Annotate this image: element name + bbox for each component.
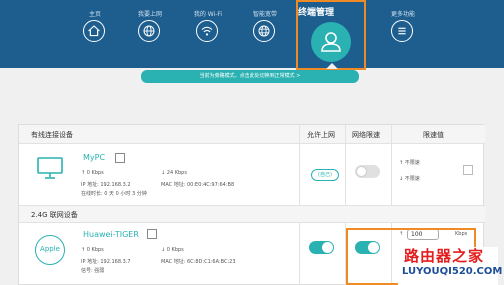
- nav-item-broadband[interactable]: 智能宽带: [240, 0, 290, 50]
- speed-limit-toggle[interactable]: [355, 165, 380, 178]
- nav-label: 更多功能: [390, 11, 415, 18]
- header-wired: 有线连接设备: [31, 131, 73, 139]
- download-rate: ↓ 0 Kbps: [161, 247, 184, 253]
- ip-address: IP 地址: 192.168.3.2: [81, 182, 131, 188]
- upload-limit: ↑ 不限速: [399, 160, 420, 166]
- allow-internet-toggle[interactable]: [309, 241, 334, 254]
- globe-grid-icon: [253, 20, 275, 42]
- header-allow-internet: 允许上网: [307, 131, 335, 139]
- toggle-knob: [356, 166, 367, 177]
- home-icon: [83, 20, 105, 42]
- section-title: 2.4G 联网设备: [31, 211, 78, 219]
- header-limit-value: 限速值: [423, 131, 444, 139]
- top-navigation: 主页 我要上网 我的 Wi-Fi 智能宽带 更多功能: [0, 0, 504, 68]
- nav-item-device-management[interactable]: 终端管理: [296, 0, 366, 70]
- edit-limit-icon[interactable]: [463, 165, 473, 175]
- section-2g-devices: 2.4G 联网设备: [19, 205, 485, 223]
- download-rate: ↓ 24 Kbps: [161, 170, 187, 176]
- mode-switch-banner[interactable]: 当前为旁路模式，点击此处切换到正常模式 >: [141, 70, 359, 83]
- nav-label: 智能宽带: [252, 11, 277, 18]
- nav-item-more[interactable]: 更多功能: [378, 0, 428, 50]
- apple-device-icon: Apple: [35, 235, 65, 265]
- nav-label: 我的 Wi-Fi: [193, 11, 223, 18]
- menu-icon: [391, 20, 413, 42]
- download-limit: ↓ 不限速: [399, 176, 420, 182]
- edit-icon[interactable]: [115, 153, 125, 163]
- device-name: Huawei-TIGER: [83, 230, 139, 239]
- watermark-logo: 路由器之家: [404, 247, 485, 265]
- nav-item-internet[interactable]: 我要上网: [125, 0, 175, 50]
- nav-item-home[interactable]: 主页: [70, 0, 120, 50]
- ip-address: IP 地址: 192.168.3.7: [81, 259, 131, 265]
- watermark-url: LUYOUQI520.COM: [402, 266, 503, 277]
- table-header: 有线连接设备 允许上网 网络限速 限速值: [19, 125, 485, 144]
- upload-rate: ↑ 0 Kbps: [81, 170, 104, 176]
- device-icon-label: Apple: [40, 245, 60, 253]
- toggle-knob: [322, 242, 333, 253]
- globe-icon: [138, 20, 160, 42]
- user-icon: [311, 22, 351, 62]
- nav-pointer: [326, 63, 338, 69]
- mac-address: MAC 地址: 6C:8D:C1:6A:BC:23: [161, 259, 236, 265]
- nav-item-wifi[interactable]: 我的 Wi-Fi: [183, 0, 233, 50]
- self-tag: (自己): [311, 169, 339, 181]
- nav-label: 主页: [88, 11, 101, 18]
- upload-rate: ↑ 0 Kbps: [81, 247, 104, 253]
- edit-icon[interactable]: [147, 229, 157, 239]
- monitor-icon: [37, 157, 63, 179]
- signal-strength: 信号: 强弱: [81, 268, 105, 274]
- nav-label: 我要上网: [137, 11, 162, 18]
- wifi-icon: [196, 20, 218, 42]
- nav-label-active: 终端管理: [298, 8, 335, 18]
- header-net-limit: 网络限速: [352, 131, 380, 139]
- online-duration: 在线时长: 0 天 0 小时 3 分钟: [81, 191, 147, 197]
- mac-address: MAC 地址: 00:E0:4C:97:64:B8: [161, 182, 235, 188]
- device-name: MyPC: [83, 153, 106, 162]
